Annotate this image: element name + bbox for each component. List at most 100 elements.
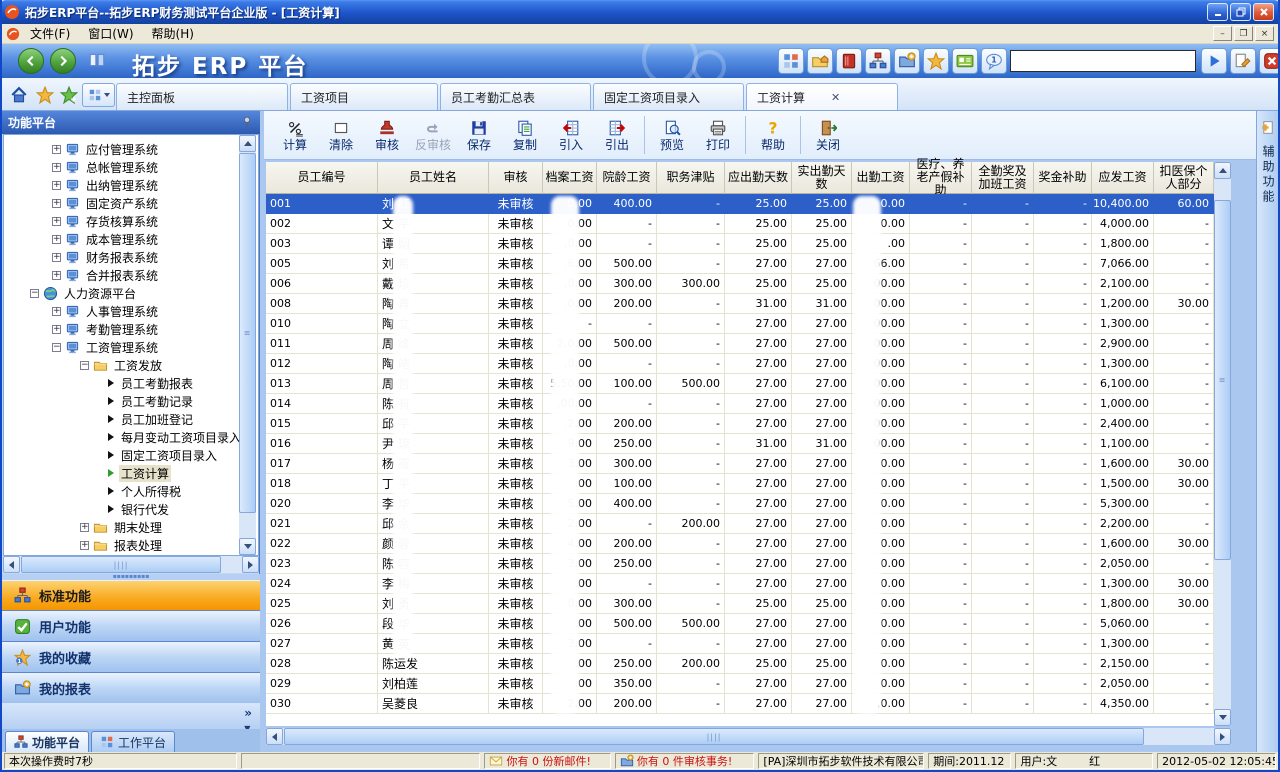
cell-medical_deduction[interactable]: - <box>1154 374 1214 394</box>
cell-medical_deduction[interactable]: - <box>1154 414 1214 434</box>
cell-payable[interactable]: 4,350.00 <box>1092 694 1154 714</box>
cell-bonus[interactable]: - <box>1034 334 1092 354</box>
column-header-file_wage[interactable]: 档案工资 <box>543 162 597 194</box>
dashboard-button[interactable] <box>778 48 804 74</box>
cell-audit[interactable]: 未审核 <box>489 354 543 374</box>
tree-item-15[interactable]: 员工加班登记 <box>4 410 258 428</box>
cell-medical_pension_maternity[interactable]: - <box>910 674 972 694</box>
cell-bonus[interactable]: - <box>1034 394 1092 414</box>
cell-bonus[interactable]: - <box>1034 494 1092 514</box>
cell-audit[interactable]: 未审核 <box>489 374 543 394</box>
cell-medical_pension_maternity[interactable]: - <box>910 474 972 494</box>
cell-duty_allowance[interactable]: - <box>657 574 725 594</box>
cell-duty_allowance[interactable]: - <box>657 294 725 314</box>
cell-seniority_wage[interactable]: - <box>597 514 657 534</box>
cell-medical_deduction[interactable]: - <box>1154 614 1214 634</box>
cell-full_attendance_overtime[interactable]: - <box>972 514 1034 534</box>
cell-full_attendance_overtime[interactable]: - <box>972 674 1034 694</box>
column-header-bonus[interactable]: 奖金补助 <box>1034 162 1092 194</box>
cell-audit[interactable]: 未审核 <box>489 394 543 414</box>
cell-full_attendance_overtime[interactable]: - <box>972 594 1034 614</box>
cell-bonus[interactable]: - <box>1034 274 1092 294</box>
cell-seniority_wage[interactable]: 300.00 <box>597 274 657 294</box>
tree-expander-icon[interactable]: + <box>52 253 61 262</box>
cell-medical_deduction[interactable]: - <box>1154 434 1214 454</box>
cell-due_days[interactable]: 27.00 <box>725 334 792 354</box>
column-header-payable[interactable]: 应发工资 <box>1092 162 1154 194</box>
save-button[interactable]: 保存 <box>456 114 502 156</box>
cell-id[interactable]: 028 <box>266 654 378 674</box>
cell-due_days[interactable]: 27.00 <box>725 454 792 474</box>
table-hscroll-thumb[interactable]: |||| <box>284 728 1144 745</box>
cell-id[interactable]: 022 <box>266 534 378 554</box>
tree-item-8[interactable]: −人力资源平台 <box>4 284 258 302</box>
cell-audit[interactable]: 未审核 <box>489 434 543 454</box>
cell-payable[interactable]: 1,300.00 <box>1092 314 1154 334</box>
cell-full_attendance_overtime[interactable]: - <box>972 314 1034 334</box>
minimize-button[interactable] <box>1207 3 1228 21</box>
table-row[interactable]: 030吴菱良未审核2.00200.00-27.0027.00,0.00---4,… <box>266 694 1214 714</box>
cell-bonus[interactable]: - <box>1034 414 1092 434</box>
column-header-attendance_wage[interactable]: 出勤工资 <box>852 162 910 194</box>
cell-medical_deduction[interactable]: - <box>1154 334 1214 354</box>
panel-favorites[interactable]: 1我的收藏 <box>2 642 260 673</box>
cell-actual_days[interactable]: 27.00 <box>792 674 852 694</box>
org-chart-button[interactable] <box>865 48 891 74</box>
tree-item-16[interactable]: 每月变动工资项目录入 <box>4 428 258 446</box>
pin-icon[interactable] <box>240 115 254 129</box>
cell-audit[interactable]: 未审核 <box>489 574 543 594</box>
cell-bonus[interactable]: - <box>1034 194 1092 214</box>
cell-medical_pension_maternity[interactable]: - <box>910 314 972 334</box>
tab-list-button[interactable] <box>82 83 115 107</box>
cell-audit[interactable]: 未审核 <box>489 334 543 354</box>
cell-actual_days[interactable]: 27.00 <box>792 614 852 634</box>
cell-bonus[interactable]: - <box>1034 434 1092 454</box>
cell-actual_days[interactable]: 27.00 <box>792 314 852 334</box>
close-button[interactable] <box>1253 3 1274 21</box>
cell-audit[interactable]: 未审核 <box>489 474 543 494</box>
cell-bonus[interactable]: - <box>1034 314 1092 334</box>
column-header-medical_pension_maternity[interactable]: 医疗、养老产假补助 <box>910 162 972 194</box>
cell-audit[interactable]: 未审核 <box>489 694 543 714</box>
tree-expander-icon[interactable]: + <box>52 145 61 154</box>
cell-payable[interactable]: 1,600.00 <box>1092 534 1154 554</box>
favorite-star-icon[interactable] <box>34 84 56 106</box>
cell-seniority_wage[interactable]: 200.00 <box>597 414 657 434</box>
cell-medical_deduction[interactable]: 30.00 <box>1154 574 1214 594</box>
cell-seniority_wage[interactable]: 100.00 <box>597 474 657 494</box>
cell-duty_allowance[interactable]: 200.00 <box>657 514 725 534</box>
cell-bonus[interactable]: - <box>1034 674 1092 694</box>
cell-audit[interactable]: 未审核 <box>489 234 543 254</box>
cell-medical_deduction[interactable]: - <box>1154 234 1214 254</box>
add-favorite-icon[interactable] <box>58 84 80 106</box>
tree-item-11[interactable]: −工资管理系统 <box>4 338 258 356</box>
cell-actual_days[interactable]: 27.00 <box>792 394 852 414</box>
cell-medical_deduction[interactable]: - <box>1154 654 1214 674</box>
cell-bonus[interactable]: - <box>1034 474 1092 494</box>
cell-payable[interactable]: 2,050.00 <box>1092 554 1154 574</box>
cell-id[interactable]: 017 <box>266 454 378 474</box>
cell-id[interactable]: 002 <box>266 214 378 234</box>
cell-actual_days[interactable]: 27.00 <box>792 474 852 494</box>
cell-medical_deduction[interactable]: - <box>1154 314 1214 334</box>
cell-due_days[interactable]: 27.00 <box>725 694 792 714</box>
cell-id[interactable]: 012 <box>266 354 378 374</box>
cell-id[interactable]: 006 <box>266 274 378 294</box>
cell-duty_allowance[interactable]: - <box>657 674 725 694</box>
cell-due_days[interactable]: 27.00 <box>725 414 792 434</box>
tree-expander-icon[interactable]: + <box>52 199 61 208</box>
cell-actual_days[interactable]: 27.00 <box>792 374 852 394</box>
sidebar-tab-function[interactable]: 功能平台 <box>5 731 89 752</box>
cell-medical_deduction[interactable]: - <box>1154 694 1214 714</box>
cell-actual_days[interactable]: 27.00 <box>792 254 852 274</box>
export-button[interactable]: 引出 <box>594 114 640 156</box>
column-header-duty_allowance[interactable]: 职务津贴 <box>657 162 725 194</box>
cell-audit[interactable]: 未审核 <box>489 534 543 554</box>
cell-bonus[interactable]: - <box>1034 294 1092 314</box>
cell-duty_allowance[interactable]: - <box>657 214 725 234</box>
cell-seniority_wage[interactable]: 300.00 <box>597 594 657 614</box>
cell-medical_pension_maternity[interactable]: - <box>910 214 972 234</box>
cell-duty_allowance[interactable]: 500.00 <box>657 374 725 394</box>
table-vscrollbar[interactable]: ≡ <box>1214 162 1231 726</box>
layout-icon[interactable] <box>88 51 106 69</box>
